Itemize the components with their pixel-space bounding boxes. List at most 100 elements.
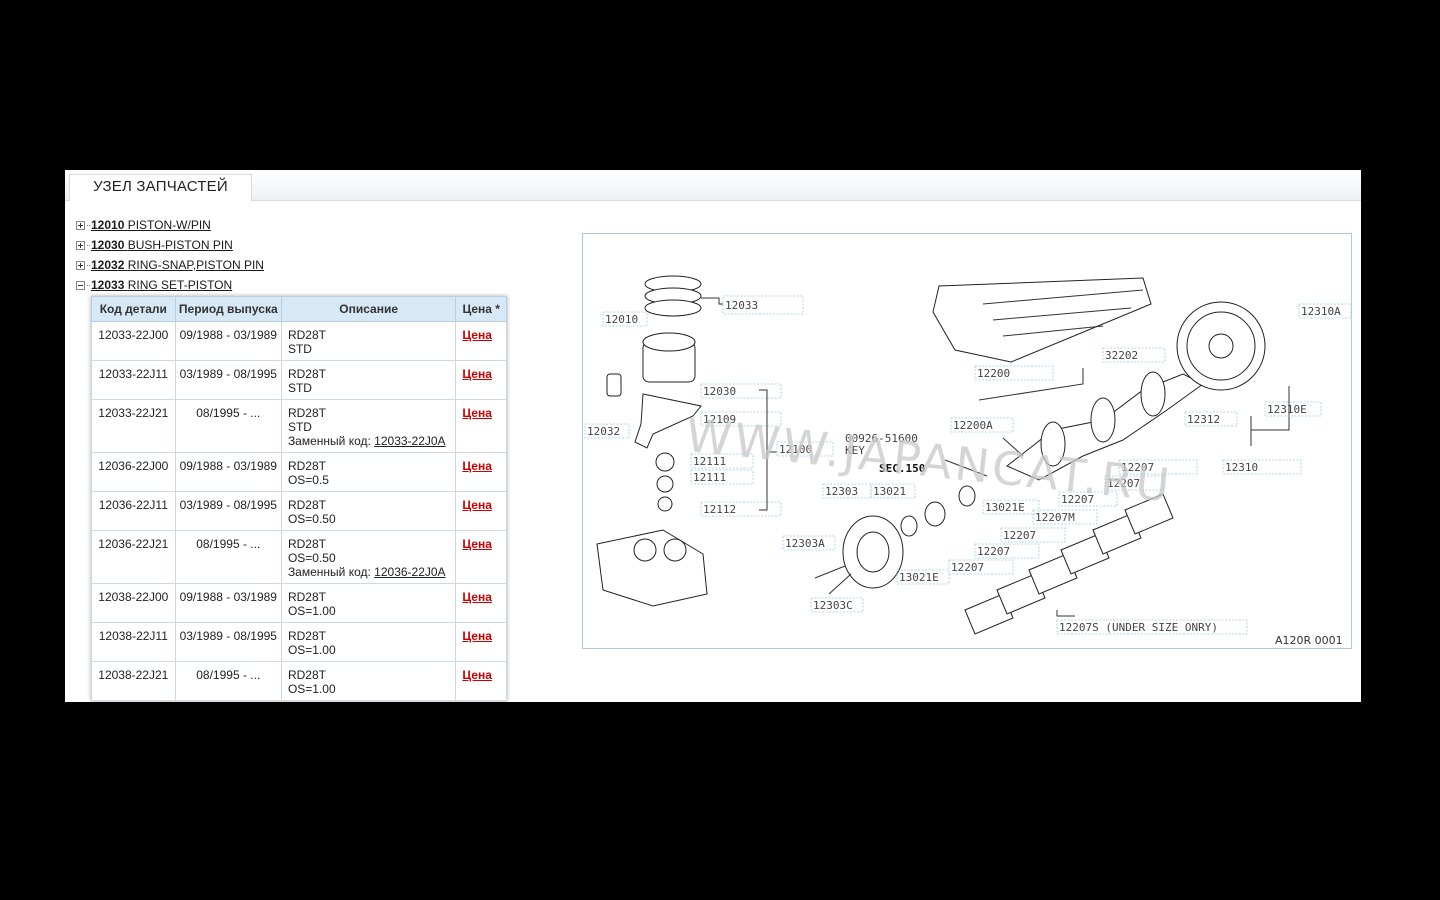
price-link[interactable]: Цена [462, 629, 492, 643]
table-row: 12038-22J11 03/1989 - 08/1995 RD28T OS=1.… [91, 622, 507, 662]
diagram-callout[interactable]: 12112 [703, 503, 736, 516]
part-code: 12036-22J11 [91, 491, 176, 531]
price-link[interactable]: Цена [462, 367, 492, 381]
tree-node-12030[interactable]: 12030 BUSH-PISTON PIN [76, 238, 233, 252]
diagram-callout[interactable]: 12030 [703, 385, 736, 398]
crankshaft-web-drawing [1140, 371, 1166, 417]
diagram-callout[interactable]: 12207 [1003, 529, 1036, 542]
crank-pulley-hub-drawing [856, 531, 890, 573]
diagram-callout[interactable]: 12033 [725, 299, 758, 312]
price-link[interactable]: Цена [462, 498, 492, 512]
price-link[interactable]: Цена [462, 537, 492, 551]
part-code: 12038-22J00 [91, 583, 176, 623]
price-cell: Цена [455, 360, 507, 400]
production-period: 03/1989 - 08/1995 [174, 622, 282, 662]
diagram-callout[interactable]: 12200A [953, 419, 993, 432]
parts-table-container: Код детали Период выпуска Описание Цена … [91, 296, 507, 701]
diagram-callout[interactable]: 12310 [1225, 461, 1258, 474]
description: RD28T OS=1.00 [280, 661, 457, 701]
bearing-drawing [657, 496, 673, 512]
table-row: 12033-22J11 03/1989 - 08/1995 RD28T STD Ц… [91, 360, 507, 400]
diagram-callout[interactable]: 12310A [1301, 305, 1341, 318]
part-code: 12038-22J21 [91, 661, 176, 701]
description: RD28T OS=0.5 [280, 452, 457, 492]
tree-node-12033[interactable]: 12033 RING SET-PISTON [76, 278, 232, 292]
price-link[interactable]: Цена [462, 459, 492, 473]
part-code: 12033-22J21 [91, 399, 176, 453]
piston-top-drawing [642, 332, 696, 352]
column-header-price: Цена * [455, 296, 507, 322]
diagram-callout[interactable]: 12207M [1035, 511, 1075, 524]
replacement-code: Заменный код: 12033-22J0A [287, 434, 446, 448]
piston-pin-drawing [606, 373, 622, 397]
production-period: 09/1988 - 03/1989 [174, 452, 282, 492]
part-code: 12033-22J11 [91, 360, 176, 400]
production-period: 09/1988 - 03/1989 [174, 583, 282, 623]
price-link[interactable]: Цена [462, 328, 492, 342]
price-link[interactable]: Цена [462, 668, 492, 682]
description: RD28T OS=1.00 [280, 583, 457, 623]
parts-diagram[interactable]: 12033 12010 12032 12030 12109 12100 1211… [582, 233, 1352, 649]
tree-node-link[interactable]: 12033 RING SET-PISTON [91, 278, 232, 292]
replacement-code-link[interactable]: 12033-22J0A [374, 434, 445, 448]
table-row: 12038-22J00 09/1988 - 03/1989 RD28T OS=1.… [91, 583, 507, 623]
diagram-callout[interactable]: 12207 [951, 561, 984, 574]
price-cell: Цена [455, 321, 507, 361]
crankshaft-web-drawing [1090, 397, 1116, 443]
table-row: 12038-22J21 08/1995 - ... RD28T OS=1.00 Ц… [91, 661, 507, 701]
description: RD28T STD Заменный код: 12033-22J0A [280, 399, 457, 453]
expand-icon[interactable] [76, 261, 85, 270]
diagram-callout[interactable]: 13021E [899, 571, 939, 584]
price-link[interactable]: Цена [462, 406, 492, 420]
price-cell: Цена [455, 452, 507, 492]
tree-node-link[interactable]: 12010 PISTON-W/PIN [91, 218, 211, 232]
tree-node-12010[interactable]: 12010 PISTON-W/PIN [76, 218, 211, 232]
production-period: 08/1995 - ... [174, 399, 282, 453]
diagram-callout[interactable]: 32202 [1105, 349, 1138, 362]
replacement-code-link[interactable]: 12036-22J0A [374, 565, 445, 579]
parts-panel: УЗЕЛ ЗАПЧАСТЕЙ 12010 PISTON-W/PIN 12030 … [65, 170, 1361, 702]
expand-icon[interactable] [76, 221, 85, 230]
diagram-callout[interactable]: 12032 [587, 425, 620, 438]
production-period: 03/1989 - 08/1995 [174, 360, 282, 400]
column-header-code: Код детали [91, 296, 176, 322]
piston-ring-drawing [644, 299, 702, 317]
diagram-callout[interactable]: 13021E [985, 501, 1025, 514]
diagram-callout[interactable]: 12111 [693, 471, 726, 484]
price-cell: Цена [455, 583, 507, 623]
diagram-callout[interactable]: 12303A [785, 537, 825, 550]
diagram-callout[interactable]: 12303 [825, 485, 858, 498]
diagram-callout[interactable]: 12312 [1187, 413, 1220, 426]
washer-drawing [900, 515, 918, 537]
tab-parts-assembly[interactable]: УЗЕЛ ЗАПЧАСТЕЙ [69, 174, 252, 201]
table-row: 12033-22J21 08/1995 - ... RD28T STD Заменн… [91, 399, 507, 453]
table-row: 12036-22J00 09/1988 - 03/1989 RD28T OS=0.… [91, 452, 507, 492]
bearing-drawing [655, 452, 675, 472]
tree-node-link[interactable]: 12032 RING-SNAP,PISTON PIN [91, 258, 264, 272]
bearing-drawing [656, 475, 674, 493]
price-cell: Цена [455, 622, 507, 662]
price-cell: Цена [455, 491, 507, 531]
gear-drawing [924, 501, 946, 527]
description: RD28T STD [280, 321, 457, 361]
diagram-callout[interactable]: 12310E [1267, 403, 1307, 416]
price-link[interactable]: Цена [462, 590, 492, 604]
diagram-callout[interactable]: 12200 [977, 367, 1010, 380]
part-code: 12033-22J00 [91, 321, 176, 361]
part-code: 12036-22J00 [91, 452, 176, 492]
tree-node-12032[interactable]: 12032 RING-SNAP,PISTON PIN [76, 258, 264, 272]
diagram-callout[interactable]: 12207 [977, 545, 1010, 558]
production-period: 09/1988 - 03/1989 [174, 321, 282, 361]
diagram-callout[interactable]: 12303C [813, 599, 853, 612]
collapse-icon[interactable] [76, 281, 85, 290]
tree-node-link[interactable]: 12030 BUSH-PISTON PIN [91, 238, 233, 252]
diagram-callout[interactable]: 12207S (UNDER SIZE ONRY) [1059, 621, 1218, 634]
diagram-callout[interactable]: 13021 [873, 485, 906, 498]
description: RD28T OS=0.50 [280, 491, 457, 531]
production-period: 08/1995 - ... [174, 661, 282, 701]
diagram-callout[interactable]: 12010 [605, 313, 638, 326]
part-code: 12036-22J21 [91, 530, 176, 584]
expand-icon[interactable] [76, 241, 85, 250]
tab-bar: УЗЕЛ ЗАПЧАСТЕЙ [65, 170, 1361, 201]
table-row: 12033-22J00 09/1988 - 03/1989 RD28T STD Ц… [91, 321, 507, 361]
